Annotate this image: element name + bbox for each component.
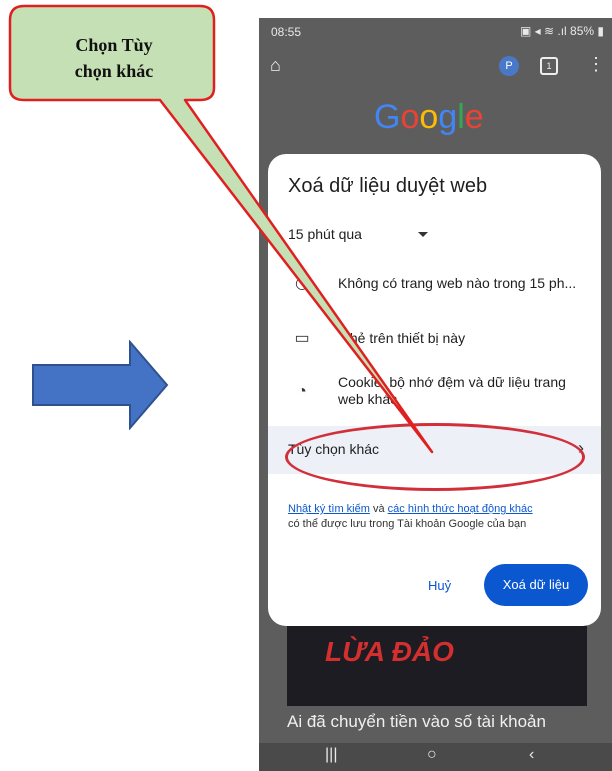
home-nav-icon[interactable]: ○ xyxy=(427,746,437,764)
dialog-title: Xoá dữ liệu duyệt web xyxy=(288,175,488,197)
article-title[interactable]: Ai đã chuyển tiền vào số tài khoản xyxy=(287,712,602,732)
google-logo-letter: o xyxy=(400,98,420,136)
right-arrow-shape xyxy=(32,340,169,430)
account-activity-note: Nhật ký tìm kiếm và các hình thức hoạt đ… xyxy=(288,502,588,532)
other-activity-link[interactable]: các hình thức hoạt động khác xyxy=(388,503,533,515)
tabs-row[interactable]: thẻ trên thiết bị này xyxy=(346,330,586,347)
cookies-row[interactable]: Cookie, bộ nhớ đệm và dữ liệu trang web … xyxy=(338,374,583,408)
status-bar: 08:55 ▣ ◂ ≋ .ıl 85% ▮ xyxy=(259,18,612,46)
note-and: và xyxy=(369,503,388,515)
browser-toolbar: ⌂ P 1 ⋮ xyxy=(259,48,612,84)
more-menu-icon[interactable]: ⋮ xyxy=(587,54,605,74)
tab-switcher-button[interactable]: 1 xyxy=(540,57,558,75)
cookie-icon: ◔ xyxy=(297,383,307,400)
time-range-select[interactable]: 15 phút qua xyxy=(288,226,362,242)
search-history-link[interactable]: Nhật ký tìm kiếm xyxy=(288,503,370,515)
chevron-right-icon: › xyxy=(578,438,584,458)
more-options-label: Tùy chọn khác xyxy=(288,441,380,457)
google-logo-letter: e xyxy=(464,98,484,136)
google-logo-letter: l xyxy=(457,98,465,136)
google-logo-letter: g xyxy=(438,98,458,136)
note-rest: có thể được lưu trong Tài khoản Google c… xyxy=(288,518,527,530)
recents-icon[interactable]: ||| xyxy=(325,746,337,764)
back-icon[interactable]: ‹ xyxy=(529,746,534,764)
history-icon: ◷ xyxy=(295,275,309,292)
article-image: LỪA ĐẢO xyxy=(287,614,587,706)
profile-avatar[interactable]: P xyxy=(499,56,519,76)
callout-text: Chọn Tùy chọn khác xyxy=(14,18,214,98)
tabs-icon: ▭ xyxy=(294,330,310,347)
google-logo-letter: o xyxy=(419,98,439,136)
more-options-row[interactable]: Tùy chọn khác › xyxy=(268,426,601,474)
history-row[interactable]: Không có trang web nào trong 15 ph... xyxy=(338,275,588,292)
dropdown-caret-icon[interactable] xyxy=(418,232,428,237)
article-image-text: LỪA ĐẢO xyxy=(325,636,454,667)
status-battery: ▣ ◂ ≋ .ıl 85% ▮ xyxy=(519,24,604,38)
cancel-button[interactable]: Huỷ xyxy=(428,578,451,593)
google-logo: Google xyxy=(374,98,484,137)
home-icon[interactable]: ⌂ xyxy=(270,55,290,75)
callout-line1: Chọn Tùy xyxy=(75,35,153,55)
google-logo-letter: G xyxy=(374,98,401,136)
android-nav-bar: ||| ○ ‹ xyxy=(259,743,612,771)
delete-data-button[interactable]: Xoá dữ liệu xyxy=(484,564,588,606)
clear-browsing-data-dialog: Xoá dữ liệu duyệt web 15 phút qua ◷ Khôn… xyxy=(268,154,601,626)
status-time: 08:55 xyxy=(271,25,302,39)
phone-screenshot: 08:55 ▣ ◂ ≋ .ıl 85% ▮ ⌂ P 1 ⋮ Google LỪA… xyxy=(259,18,612,771)
callout-line2: chọn khác xyxy=(74,61,154,81)
